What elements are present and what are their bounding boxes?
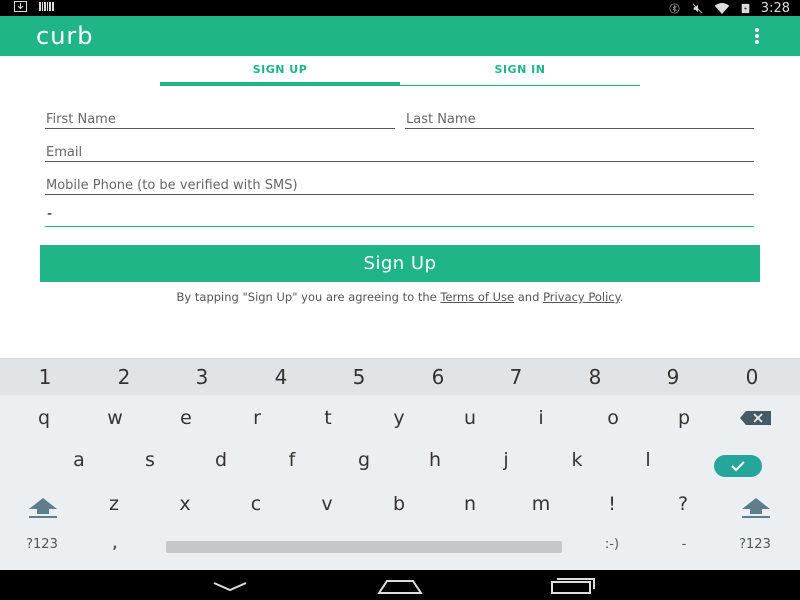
key-8[interactable]: 8 <box>565 365 625 389</box>
key-f[interactable]: f <box>262 449 322 471</box>
mute-icon <box>692 3 703 13</box>
active-input-field[interactable]: - <box>45 206 754 227</box>
key-4[interactable]: 4 <box>251 365 311 389</box>
key-g[interactable]: g <box>334 449 394 471</box>
key-t[interactable]: t <box>298 407 358 429</box>
key-r[interactable]: r <box>227 407 287 429</box>
tab-sign-up[interactable]: SIGN UP <box>160 56 400 86</box>
key-m[interactable]: m <box>511 493 571 515</box>
key-3[interactable]: 3 <box>172 365 232 389</box>
soft-keyboard: 1 2 3 4 5 6 7 8 9 0 q w e r t y u i o p … <box>0 358 800 571</box>
last-name-field[interactable]: Last Name <box>405 108 754 129</box>
app-bar: curb <box>0 16 800 56</box>
emoticon-key[interactable]: :-) <box>582 537 642 552</box>
symbols-key-left[interactable]: ?123 <box>12 537 72 552</box>
auth-tabs: SIGN UP SIGN IN <box>160 56 640 86</box>
key-b[interactable]: b <box>369 493 429 515</box>
tab-sign-in[interactable]: SIGN IN <box>400 56 640 86</box>
key-y[interactable]: y <box>369 407 429 429</box>
backspace-icon[interactable] <box>740 411 772 425</box>
key-2[interactable]: 2 <box>94 365 154 389</box>
key-q[interactable]: q <box>14 407 74 429</box>
wifi-icon <box>714 2 730 14</box>
key-l[interactable]: l <box>618 449 678 471</box>
recent-apps-icon[interactable] <box>548 573 598 597</box>
status-bar: 3:28 <box>0 0 800 16</box>
key-question[interactable]: ? <box>653 493 713 515</box>
key-p[interactable]: p <box>654 407 714 429</box>
key-i[interactable]: i <box>511 407 571 429</box>
privacy-policy-link[interactable]: Privacy Policy <box>543 290 620 304</box>
download-icon <box>14 1 27 12</box>
key-c[interactable]: c <box>226 493 286 515</box>
key-j[interactable]: j <box>476 449 536 471</box>
symbols-key-right[interactable]: ?123 <box>725 537 785 552</box>
key-o[interactable]: o <box>583 407 643 429</box>
key-h[interactable]: h <box>405 449 465 471</box>
key-e[interactable]: e <box>156 407 216 429</box>
key-n[interactable]: n <box>440 493 500 515</box>
legal-prefix: By tapping "Sign Up" you are agreeing to… <box>176 290 441 304</box>
legal-notice: By tapping "Sign Up" you are agreeing to… <box>0 290 800 304</box>
key-x[interactable]: x <box>155 493 215 515</box>
home-icon[interactable] <box>375 573 425 597</box>
space-bar[interactable] <box>166 541 562 553</box>
key-s[interactable]: s <box>120 449 180 471</box>
key-z[interactable]: z <box>84 493 144 515</box>
key-0[interactable]: 0 <box>722 365 782 389</box>
key-1[interactable]: 1 <box>15 365 75 389</box>
key-v[interactable]: v <box>297 493 357 515</box>
legal-and: and <box>514 290 544 304</box>
sign-up-button[interactable]: Sign Up <box>40 245 760 282</box>
key-u[interactable]: u <box>440 407 500 429</box>
legal-suffix: . <box>619 290 624 304</box>
shift-left-icon[interactable] <box>28 497 58 519</box>
navigation-bar <box>0 570 800 600</box>
barcode-icon <box>39 2 54 11</box>
key-w[interactable]: w <box>85 407 145 429</box>
key-6[interactable]: 6 <box>408 365 468 389</box>
check-icon <box>731 461 745 472</box>
key-d[interactable]: d <box>191 449 251 471</box>
status-time: 3:28 <box>760 0 790 16</box>
key-5[interactable]: 5 <box>329 365 389 389</box>
email-field[interactable]: Email <box>45 141 754 162</box>
key-a[interactable]: a <box>49 449 109 471</box>
key-k[interactable]: k <box>547 449 607 471</box>
last-name-placeholder: Last Name <box>406 112 476 127</box>
mobile-phone-field[interactable]: Mobile Phone (to be verified with SMS) <box>45 174 754 195</box>
battery-icon <box>741 3 750 13</box>
key-7[interactable]: 7 <box>486 365 546 389</box>
overflow-menu-icon[interactable] <box>754 28 760 46</box>
back-chevron-icon[interactable] <box>210 573 250 597</box>
bluetooth-icon <box>669 2 680 14</box>
first-name-placeholder: First Name <box>46 112 116 127</box>
active-field-value: - <box>47 206 53 222</box>
key-exclamation[interactable]: ! <box>582 493 642 515</box>
enter-key[interactable] <box>714 455 762 477</box>
shift-right-icon[interactable] <box>741 497 771 519</box>
dash-key[interactable]: - <box>654 537 714 552</box>
key-9[interactable]: 9 <box>643 365 703 389</box>
terms-of-use-link[interactable]: Terms of Use <box>440 290 514 304</box>
comma-key[interactable]: , <box>85 537 145 552</box>
email-placeholder: Email <box>46 145 83 160</box>
mobile-phone-placeholder: Mobile Phone (to be verified with SMS) <box>46 178 298 193</box>
first-name-field[interactable]: First Name <box>45 108 395 129</box>
curb-logo: curb <box>36 22 94 50</box>
